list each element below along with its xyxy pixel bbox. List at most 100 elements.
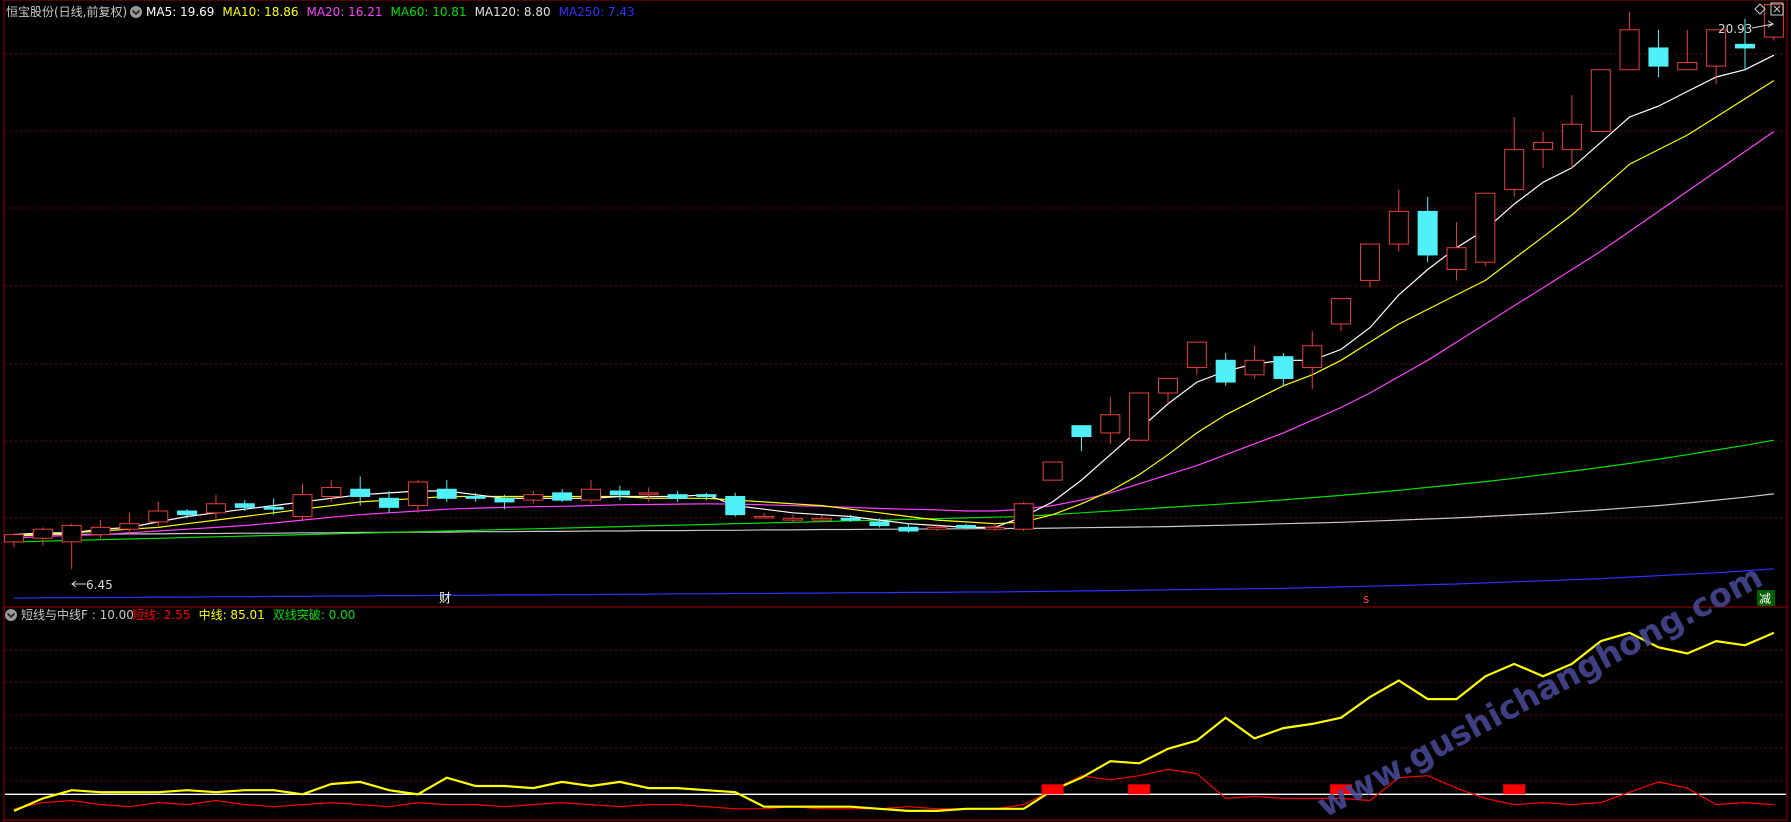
candle	[1042, 461, 1063, 481]
candle-body	[1475, 192, 1496, 263]
candle-body	[1735, 43, 1755, 49]
candle	[1677, 29, 1698, 71]
low-price-arrow-icon	[71, 580, 86, 588]
candle	[1158, 377, 1178, 404]
marker-cai[interactable]: 财	[439, 591, 451, 605]
candle-body	[1533, 141, 1554, 151]
indicator-legend-items: 短线: 2.55 中线: 85.01 双线突破: 0.00	[132, 607, 355, 622]
main-grid	[5, 53, 1786, 519]
indicator-toggle-icon[interactable]	[5, 609, 17, 621]
candle-body	[1590, 69, 1611, 132]
candle	[90, 520, 111, 539]
candle	[205, 494, 226, 519]
candle	[1129, 392, 1150, 441]
candle	[782, 514, 803, 522]
candle-body	[4, 534, 24, 543]
candle	[119, 512, 140, 535]
candle	[1302, 331, 1323, 390]
candle-body	[552, 492, 573, 501]
candle	[1273, 353, 1294, 386]
main-legend-item: MA60: 10.81	[391, 5, 467, 19]
candle	[1071, 425, 1092, 452]
candle-body	[1359, 243, 1380, 281]
candle-body	[1302, 345, 1323, 369]
breakout-marker	[1503, 784, 1526, 795]
candle-body	[1158, 377, 1178, 394]
candle-body	[1071, 425, 1092, 438]
candle-body	[638, 492, 659, 495]
candle-body	[494, 497, 515, 503]
main-legend-item: MA250: 7.43	[559, 5, 635, 19]
candle-body	[840, 517, 861, 521]
candle-body	[1244, 359, 1265, 376]
candle-body	[667, 494, 688, 499]
marker-s[interactable]: s	[1363, 592, 1369, 606]
candle-body	[177, 510, 198, 516]
low-price-label: 6.45	[86, 578, 113, 592]
candle	[1359, 243, 1380, 288]
candle	[177, 509, 198, 519]
legend-toggle-icon[interactable]	[130, 6, 142, 18]
candle-body	[696, 494, 717, 497]
candle-body	[782, 517, 803, 521]
ma250-line	[13, 568, 1774, 599]
candle-body	[350, 488, 371, 497]
candle-body	[90, 526, 111, 536]
candle	[436, 480, 457, 502]
candle-body	[1215, 359, 1236, 383]
candle-body	[956, 525, 977, 528]
candle-body	[1619, 29, 1640, 71]
candle	[32, 527, 53, 546]
candle	[609, 485, 630, 501]
candle	[1100, 396, 1121, 444]
candle	[379, 491, 400, 513]
breakout-marker	[1128, 784, 1151, 795]
indicator-legend-item: 中线: 85.01	[199, 607, 265, 622]
watermark-text: www.gushichanghong.com	[1310, 557, 1768, 822]
candle-body	[1388, 210, 1409, 245]
main-legend-item: MA120: 8.80	[475, 5, 551, 19]
candle-body	[1417, 210, 1438, 256]
candle-body	[119, 523, 140, 530]
candle-body	[1561, 123, 1582, 151]
candle-body	[1186, 341, 1207, 369]
candle	[1417, 196, 1438, 263]
candle-body	[1446, 247, 1467, 270]
candle	[581, 480, 601, 504]
ma20-line	[13, 131, 1775, 539]
candle-body	[581, 488, 601, 501]
candle	[1388, 189, 1409, 252]
candle-body	[1100, 414, 1121, 434]
candle-body	[292, 494, 313, 517]
candlestick-series	[4, 3, 1784, 570]
candle	[292, 483, 313, 521]
candle-body	[754, 515, 775, 519]
candle	[754, 512, 775, 519]
candle-body	[1129, 392, 1150, 441]
high-price-label: 20.93	[1718, 22, 1752, 36]
candle	[1331, 298, 1352, 332]
candle-body	[1648, 47, 1669, 67]
candle-body	[898, 526, 919, 532]
candle	[1186, 341, 1207, 375]
candle-body	[869, 521, 890, 527]
candle-body	[407, 481, 428, 507]
main-pane-frame	[3, 0, 1788, 608]
main-legend-items: MA5: 19.69 MA10: 18.86 MA20: 16.21 MA60: 10…	[146, 5, 635, 19]
candle	[407, 480, 428, 513]
candle	[1013, 501, 1034, 531]
candle-body	[609, 490, 630, 496]
main-legend-item: MA20: 16.21	[306, 5, 382, 19]
candle-body	[205, 503, 226, 514]
marker-jian[interactable]: 减	[1759, 592, 1771, 606]
candle	[1706, 29, 1727, 85]
candle-body	[927, 526, 948, 530]
moving-average-lines	[13, 54, 1775, 599]
candle	[1619, 11, 1640, 71]
candle	[1244, 345, 1265, 379]
candle-body	[321, 486, 342, 497]
candle	[61, 523, 82, 570]
candle	[552, 489, 573, 502]
diamond-icon[interactable]	[1754, 3, 1766, 15]
candle	[638, 487, 659, 502]
